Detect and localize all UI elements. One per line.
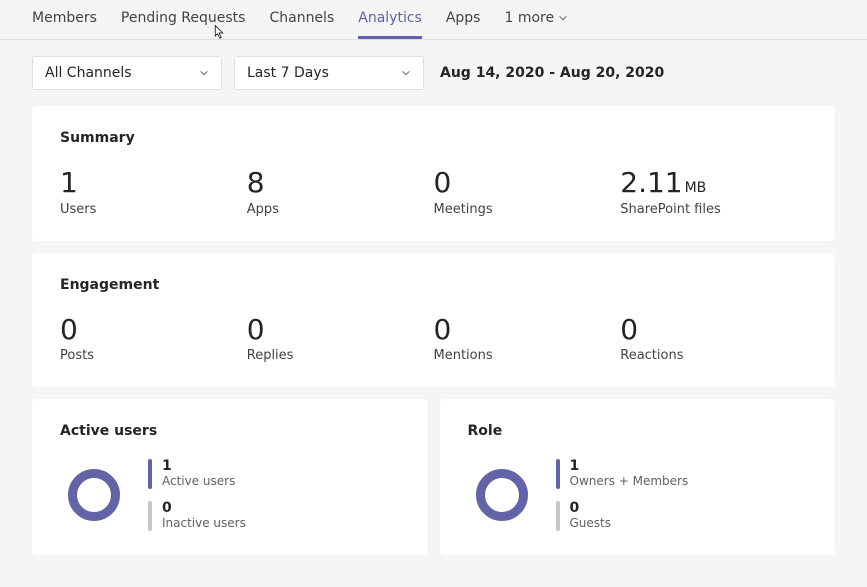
tab-more[interactable]: 1 more <box>504 10 568 39</box>
summary-card: Summary 1 Users 8 Apps 0 Meetings 2.11MB… <box>32 106 835 241</box>
stat-sharepoint-label: SharePoint files <box>620 202 807 217</box>
filter-row: All Channels Last 7 Days Aug 14, 2020 - … <box>0 40 867 106</box>
chevron-down-icon <box>401 68 411 78</box>
stat-reactions: 0 Reactions <box>620 313 807 364</box>
stat-meetings-value: 0 <box>434 166 621 200</box>
stat-sharepoint-value: 2.11MB <box>620 166 807 200</box>
chevron-down-icon <box>558 13 568 23</box>
legend-guests: 0 Guests <box>556 501 689 531</box>
tab-more-label: 1 more <box>504 10 554 26</box>
date-range-label: Last 7 Days <box>247 65 329 81</box>
stat-mentions: 0 Mentions <box>434 313 621 364</box>
legend-bar-icon <box>556 459 560 489</box>
stat-posts-value: 0 <box>60 313 247 347</box>
tab-bar: Members Pending Requests Channels Analyt… <box>0 0 867 40</box>
summary-title: Summary <box>60 130 807 146</box>
stat-replies-label: Replies <box>247 348 434 363</box>
legend-inactive-value: 0 <box>162 501 246 515</box>
tab-analytics[interactable]: Analytics <box>358 10 422 39</box>
stat-mentions-value: 0 <box>434 313 621 347</box>
tab-apps[interactable]: Apps <box>446 10 481 39</box>
legend-inactive-label: Inactive users <box>162 516 246 530</box>
role-donut-chart <box>476 469 528 521</box>
stat-apps-value: 8 <box>247 166 434 200</box>
role-title: Role <box>468 423 808 439</box>
tab-pending-requests[interactable]: Pending Requests <box>121 10 246 39</box>
stat-users-label: Users <box>60 202 247 217</box>
active-users-title: Active users <box>60 423 400 439</box>
stat-apps: 8 Apps <box>247 166 434 217</box>
legend-owners-label: Owners + Members <box>570 474 689 488</box>
active-users-donut-chart <box>68 469 120 521</box>
legend-guests-label: Guests <box>570 516 612 530</box>
legend-bar-icon <box>556 501 560 531</box>
engagement-card: Engagement 0 Posts 0 Replies 0 Mentions … <box>32 253 835 388</box>
tab-members[interactable]: Members <box>32 10 97 39</box>
stat-apps-label: Apps <box>247 202 434 217</box>
channel-filter-label: All Channels <box>45 65 132 81</box>
active-users-card: Active users 1 Active users 0 <box>32 399 428 555</box>
date-range-text: Aug 14, 2020 - Aug 20, 2020 <box>436 65 664 81</box>
stat-mentions-label: Mentions <box>434 348 621 363</box>
stat-users: 1 Users <box>60 166 247 217</box>
legend-active-users: 1 Active users <box>148 459 246 489</box>
legend-bar-icon <box>148 501 152 531</box>
stat-meetings-label: Meetings <box>434 202 621 217</box>
tab-channels[interactable]: Channels <box>269 10 334 39</box>
stat-meetings: 0 Meetings <box>434 166 621 217</box>
engagement-title: Engagement <box>60 277 807 293</box>
stat-replies-value: 0 <box>247 313 434 347</box>
stat-sharepoint: 2.11MB SharePoint files <box>620 166 807 217</box>
legend-inactive-users: 0 Inactive users <box>148 501 246 531</box>
stat-posts: 0 Posts <box>60 313 247 364</box>
stat-posts-label: Posts <box>60 348 247 363</box>
legend-owners-members: 1 Owners + Members <box>556 459 689 489</box>
role-card: Role 1 Owners + Members 0 <box>440 399 836 555</box>
legend-active-value: 1 <box>162 459 235 473</box>
stat-reactions-label: Reactions <box>620 348 807 363</box>
stat-replies: 0 Replies <box>247 313 434 364</box>
channel-filter-dropdown[interactable]: All Channels <box>32 56 222 90</box>
legend-active-label: Active users <box>162 474 235 488</box>
legend-owners-value: 1 <box>570 459 689 473</box>
legend-guests-value: 0 <box>570 501 612 515</box>
legend-bar-icon <box>148 459 152 489</box>
chevron-down-icon <box>199 68 209 78</box>
stat-users-value: 1 <box>60 166 247 200</box>
stat-reactions-value: 0 <box>620 313 807 347</box>
date-range-dropdown[interactable]: Last 7 Days <box>234 56 424 90</box>
